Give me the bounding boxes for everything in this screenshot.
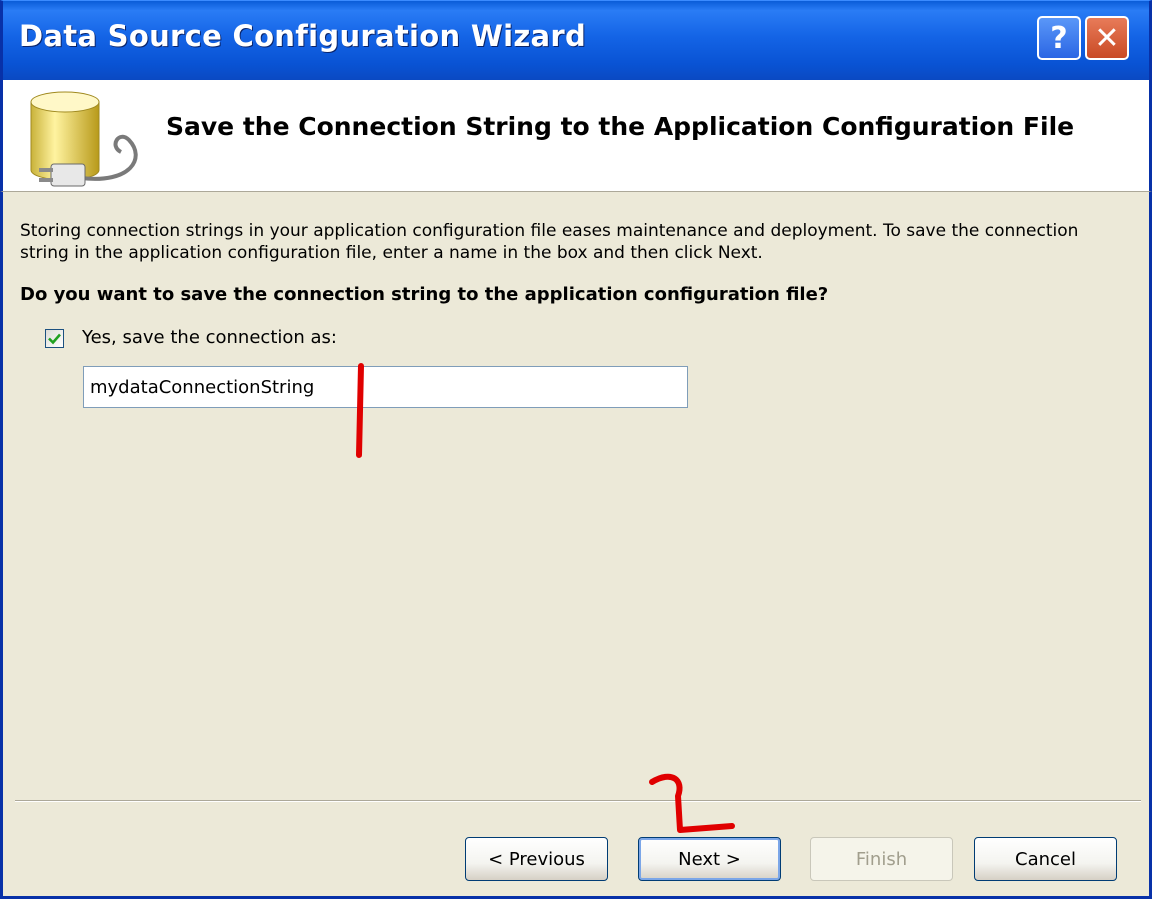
save-connection-checkbox[interactable]: [45, 329, 64, 348]
next-button[interactable]: Next >: [638, 837, 781, 881]
finish-button[interactable]: Finish: [810, 837, 953, 881]
database-plug-icon: [30, 91, 138, 187]
close-button[interactable]: ✕: [1085, 16, 1129, 60]
previous-button[interactable]: < Previous: [465, 837, 608, 881]
description-text: Storing connection strings in your appli…: [20, 221, 1079, 263]
footer-separator: [15, 800, 1141, 802]
question-text: Do you want to save the connection strin…: [20, 284, 829, 305]
window-title: Data Source Configuration Wizard: [19, 19, 587, 53]
connection-name-input[interactable]: [83, 366, 688, 408]
title-bar: Data Source Configuration Wizard ? ✕: [0, 0, 1152, 80]
page-title: Save the Connection String to the Applic…: [166, 112, 1075, 141]
wizard-header: Save the Connection String to the Applic…: [0, 80, 1152, 192]
check-icon: [48, 333, 61, 345]
help-button[interactable]: ?: [1037, 16, 1081, 60]
wizard-content: Storing connection strings in your appli…: [0, 192, 1152, 899]
checkbox-label[interactable]: Yes, save the connection as:: [82, 327, 337, 348]
cancel-button[interactable]: Cancel: [974, 837, 1117, 881]
